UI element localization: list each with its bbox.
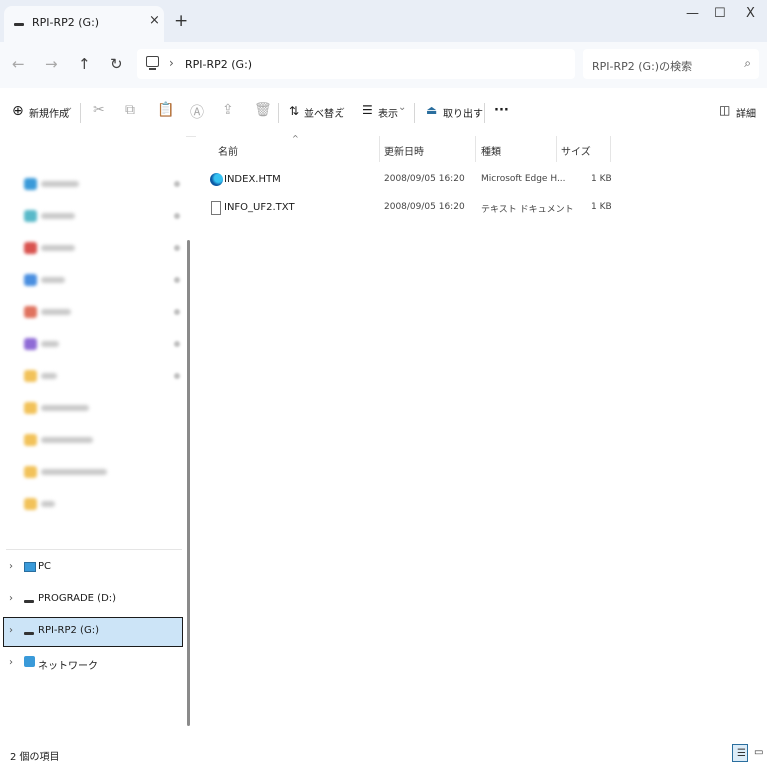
active-tab[interactable]: RPI-RP2 (G:) ×	[4, 6, 164, 42]
divider	[278, 103, 279, 123]
file-list: 名前 ^ 更新日時 種類 サイズ INDEX.HTM 2008/09/05 16…	[196, 134, 767, 742]
text-file-icon	[211, 201, 221, 215]
maximize-button[interactable]: ☐	[714, 6, 726, 21]
search-input[interactable]: RPI-RP2 (G:)の検索 ⌕	[583, 49, 759, 79]
column-header-size[interactable]: サイズ	[561, 143, 591, 158]
sort-icon[interactable]: ⇅	[289, 104, 299, 118]
divider	[80, 103, 81, 123]
file-modified: 2008/09/05 16:20	[384, 174, 465, 184]
copy-icon[interactable]: ⧉	[125, 102, 135, 118]
column-divider[interactable]	[475, 136, 476, 162]
eject-icon[interactable]: ⏏	[426, 103, 437, 117]
sidebar-item-label: PC	[38, 561, 52, 572]
up-button[interactable]: ↑	[78, 55, 91, 73]
search-placeholder: RPI-RP2 (G:)の検索	[592, 60, 693, 73]
expand-chevron-icon[interactable]: ›	[9, 625, 13, 636]
sidebar-item-label: ネットワーク	[38, 661, 98, 672]
tiles-view-button[interactable]: ▭	[750, 744, 766, 762]
expand-chevron-icon[interactable]: ›	[9, 593, 13, 604]
divider	[484, 103, 485, 123]
back-button[interactable]: ←	[12, 55, 25, 73]
file-name: INDEX.HTM	[224, 174, 281, 185]
file-type: Microsoft Edge H...	[481, 174, 566, 184]
file-name: INFO_UF2.TXT	[224, 202, 295, 213]
more-options-button[interactable]: ···	[494, 103, 509, 118]
tab-title: RPI-RP2 (G:)	[32, 16, 100, 29]
view-button[interactable]: 表示	[378, 105, 398, 120]
refresh-button[interactable]: ↻	[110, 55, 123, 73]
edge-icon	[210, 173, 223, 186]
tab-close-button[interactable]: ×	[149, 13, 160, 28]
breadcrumb-path[interactable]: RPI-RP2 (G:)	[185, 58, 252, 71]
list-view-icon: ☰	[737, 748, 746, 759]
sidebar-item-prograde-drive[interactable]: › PROGRADE (D:)	[3, 585, 183, 615]
divider	[414, 103, 415, 123]
minimize-button[interactable]: —	[686, 6, 699, 21]
forward-button[interactable]: →	[45, 55, 58, 73]
navigation-pane: › PC › PROGRADE (D:) › RPI-RP2 (G:) › ネッ…	[0, 136, 186, 742]
sidebar-item-rpi-rp2-drive[interactable]: › RPI-RP2 (G:)	[3, 617, 183, 647]
paste-icon[interactable]: 📋	[157, 102, 174, 118]
sidebar-scrollbar[interactable]	[187, 240, 190, 726]
rename-icon[interactable]: Ⓐ	[190, 102, 204, 122]
file-size: 1 KB	[591, 174, 612, 184]
eject-button[interactable]: 取り出す	[443, 105, 483, 120]
view-dropdown-icon[interactable]: ⌄	[398, 102, 406, 113]
tile-view-icon: ▭	[754, 747, 764, 758]
details-button[interactable]: 詳細	[736, 105, 756, 120]
column-header-modified[interactable]: 更新日時	[384, 143, 424, 158]
sidebar-item-label: RPI-RP2 (G:)	[38, 625, 99, 636]
details-view-button[interactable]: ☰	[732, 744, 748, 762]
view-icon[interactable]: ☰	[362, 103, 373, 117]
address-field[interactable]: › RPI-RP2 (G:)	[137, 49, 575, 79]
sidebar-item-label: PROGRADE (D:)	[38, 593, 117, 604]
address-bar-row: ← → ↑ ↻ › RPI-RP2 (G:) RPI-RP2 (G:)の検索 ⌕	[0, 42, 767, 88]
table-row[interactable]: INFO_UF2.TXT 2008/09/05 16:20 テキスト ドキュメン…	[206, 195, 612, 221]
expand-chevron-icon[interactable]: ›	[9, 657, 13, 668]
title-bar: RPI-RP2 (G:) × + — ☐ X	[0, 0, 767, 42]
computer-icon	[146, 56, 159, 70]
new-button[interactable]: 新規作成	[29, 105, 69, 120]
sort-ascending-icon: ^	[292, 134, 299, 143]
sidebar-item-pc[interactable]: › PC	[3, 553, 183, 583]
cut-icon[interactable]: ✂	[93, 102, 105, 118]
sidebar-divider	[6, 549, 182, 550]
expand-chevron-icon[interactable]: ›	[9, 561, 13, 572]
network-icon	[24, 656, 35, 667]
status-bar: 2 個の項目 ☰ ▭	[0, 742, 767, 767]
table-row[interactable]: INDEX.HTM 2008/09/05 16:20 Microsoft Edg…	[206, 167, 612, 193]
pc-icon	[24, 562, 36, 572]
column-header-type[interactable]: 種類	[481, 143, 501, 158]
column-header-name[interactable]: 名前	[218, 143, 238, 158]
item-count: 2 個の項目	[10, 752, 60, 763]
file-size: 1 KB	[591, 202, 612, 212]
share-icon[interactable]: ⇪	[222, 102, 234, 118]
command-bar: ⊕ 新規作成 ⌄ ✂ ⧉ 📋 Ⓐ ⇪ 🗑 ⇅ 並べ替え ⌄ ☰ 表示 ⌄ ⏏ 取…	[0, 88, 767, 137]
column-divider[interactable]	[556, 136, 557, 162]
breadcrumb-chevron-icon: ›	[169, 56, 174, 70]
close-window-button[interactable]: X	[746, 6, 755, 21]
details-pane-icon[interactable]: ◫	[719, 103, 730, 117]
column-divider[interactable]	[610, 136, 611, 162]
drive-icon	[14, 23, 24, 26]
file-modified: 2008/09/05 16:20	[384, 202, 465, 212]
new-icon[interactable]: ⊕	[12, 103, 24, 119]
drive-icon	[24, 600, 34, 603]
file-type: テキスト ドキュメント	[481, 205, 574, 215]
sort-dropdown-icon[interactable]: ⌄	[338, 102, 346, 113]
sidebar-item-network[interactable]: › ネットワーク	[3, 649, 183, 679]
column-divider[interactable]	[379, 136, 380, 162]
search-icon: ⌕	[744, 56, 751, 70]
new-dropdown-icon[interactable]: ⌄	[65, 102, 73, 113]
drive-icon	[24, 632, 34, 635]
delete-icon[interactable]: 🗑	[254, 102, 272, 118]
file-explorer-window: RPI-RP2 (G:) × + — ☐ X ← → ↑ ↻ › RPI-RP2…	[0, 0, 767, 767]
new-tab-button[interactable]: +	[174, 12, 188, 30]
